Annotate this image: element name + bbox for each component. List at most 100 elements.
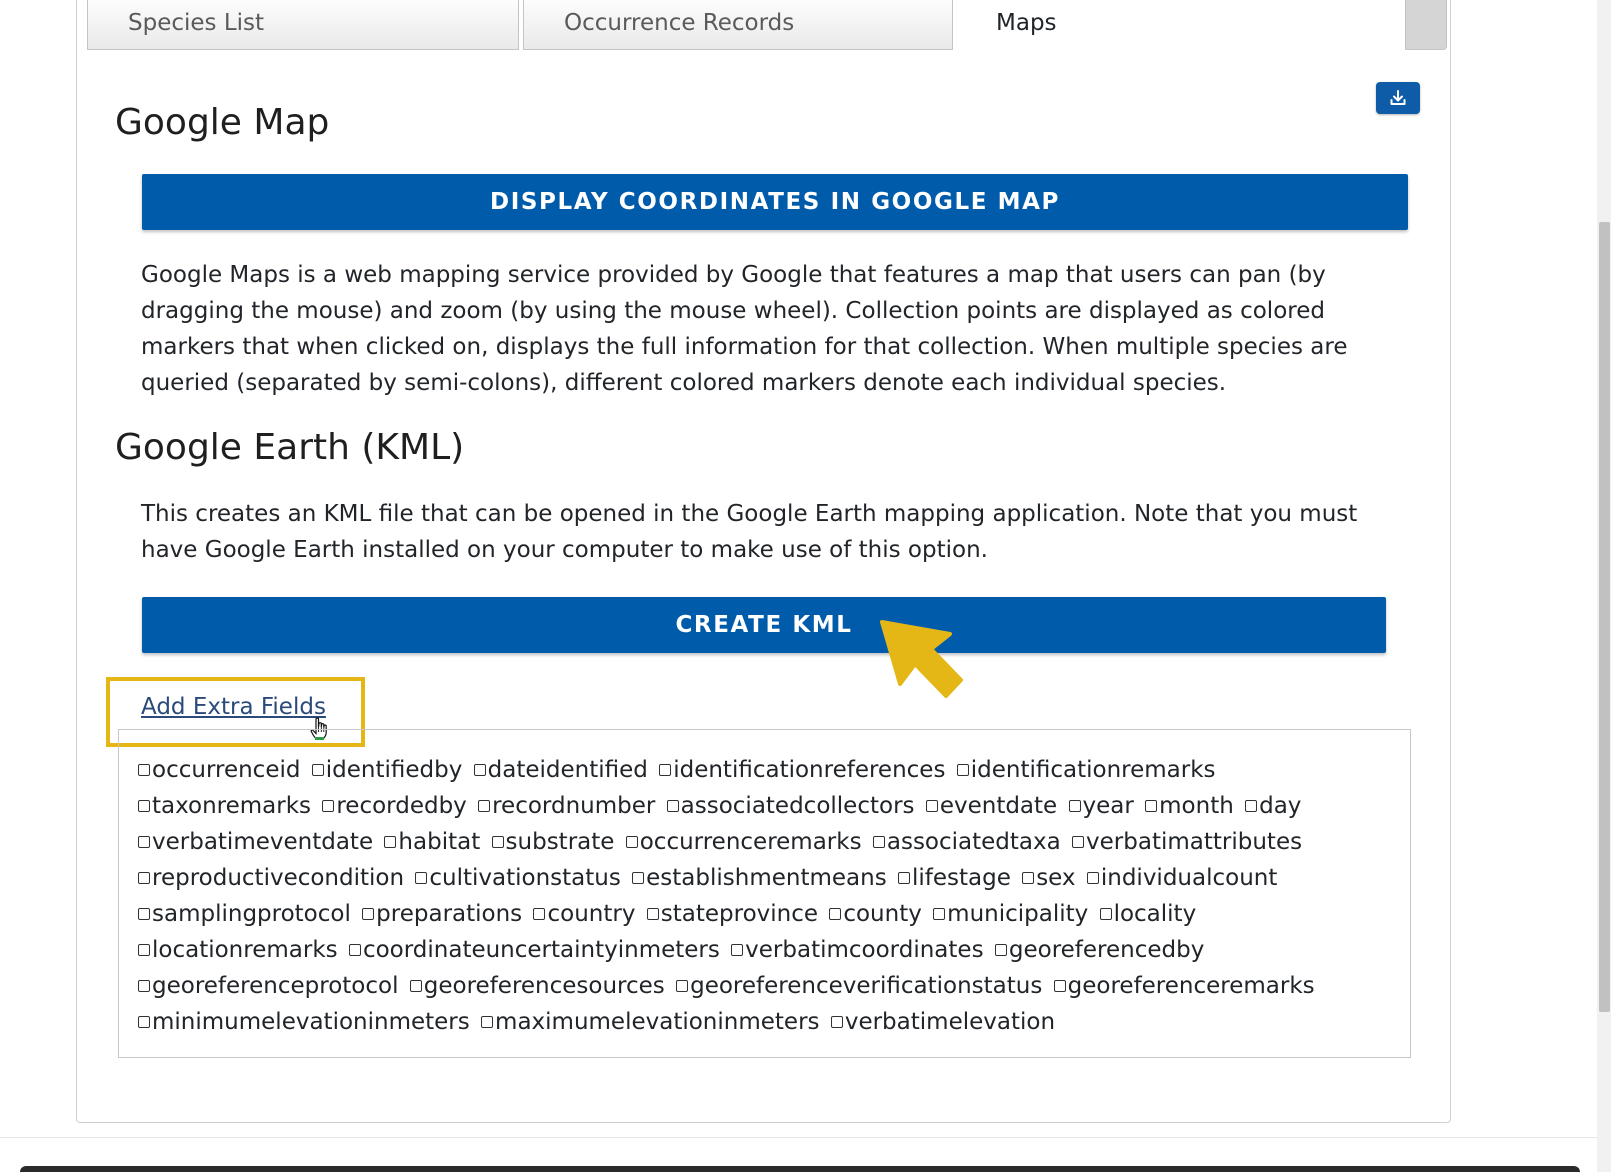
checkbox[interactable] (829, 908, 842, 920)
checkbox[interactable] (933, 908, 946, 920)
checkbox[interactable] (138, 908, 150, 920)
field-checkbox-minimumelevationinmeters[interactable]: minimumelevationinmeters (138, 1009, 470, 1035)
field-checkbox-associatedtaxa[interactable]: associatedtaxa (872, 829, 1061, 855)
field-checkbox-lifestage[interactable]: lifestage (898, 865, 1011, 891)
checkbox[interactable] (138, 800, 150, 812)
field-checkbox-taxonremarks[interactable]: taxonremarks (138, 793, 311, 819)
checkbox[interactable] (872, 836, 885, 848)
field-checkbox-verbatimattributes[interactable]: verbatimattributes (1072, 829, 1302, 855)
field-checkbox-day[interactable]: day (1245, 793, 1301, 819)
field-checkbox-year[interactable]: year (1068, 793, 1134, 819)
checkbox[interactable] (1099, 908, 1112, 920)
field-checkbox-georeferencedby[interactable]: georeferencedby (994, 937, 1204, 963)
checkbox[interactable] (1022, 872, 1035, 884)
checkbox[interactable] (138, 980, 150, 992)
scrollbar-thumb[interactable] (1599, 222, 1610, 1012)
field-checkbox-month[interactable]: month (1145, 793, 1234, 819)
field-checkbox-eventdate[interactable]: eventdate (925, 793, 1057, 819)
tab-species-list[interactable]: Species List (87, 0, 519, 50)
field-checkbox-identificationreferences[interactable]: identificationreferences (659, 757, 945, 783)
checkbox[interactable] (138, 764, 150, 776)
checkbox[interactable] (138, 1016, 150, 1028)
checkbox[interactable] (1245, 800, 1258, 812)
field-checkbox-maximumelevationinmeters[interactable]: maximumelevationinmeters (481, 1009, 820, 1035)
field-checkbox-locationremarks[interactable]: locationremarks (138, 937, 338, 963)
checkbox[interactable] (1086, 872, 1099, 884)
download-button[interactable] (1376, 82, 1420, 114)
field-checkbox-georeferenceprotocol[interactable]: georeferenceprotocol (138, 973, 398, 999)
field-label: habitat (398, 829, 481, 855)
add-extra-fields-link[interactable]: Add Extra Fields (141, 694, 326, 720)
field-checkbox-dateidentified[interactable]: dateidentified (473, 757, 648, 783)
field-checkbox-county[interactable]: county (829, 901, 922, 927)
checkbox[interactable] (473, 764, 486, 776)
field-checkbox-individualcount[interactable]: individualcount (1086, 865, 1277, 891)
checkbox[interactable] (625, 836, 638, 848)
google-map-heading: Google Map (115, 102, 330, 143)
field-checkbox-locality[interactable]: locality (1099, 901, 1196, 927)
pointer-arrow-icon (880, 620, 963, 698)
checkbox[interactable] (632, 872, 645, 884)
field-checkbox-establishmentmeans[interactable]: establishmentmeans (632, 865, 887, 891)
checkbox[interactable] (138, 836, 150, 848)
checkbox[interactable] (1053, 980, 1066, 992)
checkbox[interactable] (898, 872, 911, 884)
checkbox[interactable] (478, 800, 491, 812)
tab-maps[interactable]: Maps (956, 0, 1402, 52)
google-earth-heading: Google Earth (KML) (115, 427, 465, 468)
field-checkbox-identifiedby[interactable]: identifiedby (311, 757, 462, 783)
field-checkbox-municipality[interactable]: municipality (933, 901, 1088, 927)
field-checkbox-substrate[interactable]: substrate (491, 829, 614, 855)
display-coordinates-button[interactable]: DISPLAY COORDINATES IN GOOGLE MAP (142, 174, 1408, 230)
field-checkbox-verbatimelevation[interactable]: verbatimelevation (830, 1009, 1055, 1035)
field-checkbox-verbatimcoordinates[interactable]: verbatimcoordinates (731, 937, 984, 963)
field-checkbox-associatedcollectors[interactable]: associatedcollectors (666, 793, 915, 819)
field-checkbox-coordinateuncertaintyinmeters[interactable]: coordinateuncertaintyinmeters (348, 937, 720, 963)
checkbox[interactable] (956, 764, 969, 776)
field-checkbox-recordnumber[interactable]: recordnumber (478, 793, 655, 819)
field-checkbox-recordedby[interactable]: recordedby (322, 793, 467, 819)
checkbox[interactable] (348, 944, 361, 956)
checkbox[interactable] (646, 908, 659, 920)
field-checkbox-verbatimeventdate[interactable]: verbatimeventdate (138, 829, 373, 855)
checkbox[interactable] (925, 800, 938, 812)
checkbox[interactable] (415, 872, 428, 884)
tab-bar: Species List Occurrence Records Maps (82, 0, 1452, 52)
checkbox[interactable] (731, 944, 744, 956)
checkbox[interactable] (311, 764, 324, 776)
checkbox[interactable] (491, 836, 504, 848)
checkbox[interactable] (1072, 836, 1085, 848)
field-label: coordinateuncertaintyinmeters (362, 937, 720, 963)
checkbox[interactable] (1068, 800, 1081, 812)
field-checkbox-sex[interactable]: sex (1022, 865, 1076, 891)
field-checkbox-samplingprotocol[interactable]: samplingprotocol (138, 901, 351, 927)
checkbox[interactable] (409, 980, 422, 992)
field-checkbox-georeferenceremarks[interactable]: georeferenceremarks (1053, 973, 1315, 999)
create-kml-button[interactable]: CREATE KML (142, 597, 1386, 653)
checkbox[interactable] (384, 836, 397, 848)
field-checkbox-identificationremarks[interactable]: identificationremarks (956, 757, 1216, 783)
checkbox[interactable] (322, 800, 335, 812)
field-checkbox-georeferencesources[interactable]: georeferencesources (409, 973, 665, 999)
checkbox[interactable] (533, 908, 546, 920)
checkbox[interactable] (138, 872, 150, 884)
field-checkbox-cultivationstatus[interactable]: cultivationstatus (415, 865, 621, 891)
checkbox[interactable] (666, 800, 679, 812)
checkbox[interactable] (138, 944, 150, 956)
checkbox[interactable] (362, 908, 375, 920)
field-checkbox-georeferenceverificationstatus[interactable]: georeferenceverificationstatus (676, 973, 1042, 999)
field-checkbox-reproductivecondition[interactable]: reproductivecondition (138, 865, 404, 891)
field-checkbox-habitat[interactable]: habitat (384, 829, 480, 855)
checkbox[interactable] (830, 1016, 843, 1028)
checkbox[interactable] (481, 1016, 494, 1028)
tab-occurrence-records[interactable]: Occurrence Records (523, 0, 953, 50)
checkbox[interactable] (1145, 800, 1158, 812)
field-checkbox-occurrenceid[interactable]: occurrenceid (138, 757, 300, 783)
field-checkbox-occurrenceremarks[interactable]: occurrenceremarks (625, 829, 862, 855)
checkbox[interactable] (659, 764, 672, 776)
checkbox[interactable] (994, 944, 1007, 956)
field-checkbox-country[interactable]: country (533, 901, 635, 927)
checkbox[interactable] (676, 980, 689, 992)
field-checkbox-stateprovince[interactable]: stateprovince (646, 901, 818, 927)
field-checkbox-preparations[interactable]: preparations (362, 901, 522, 927)
